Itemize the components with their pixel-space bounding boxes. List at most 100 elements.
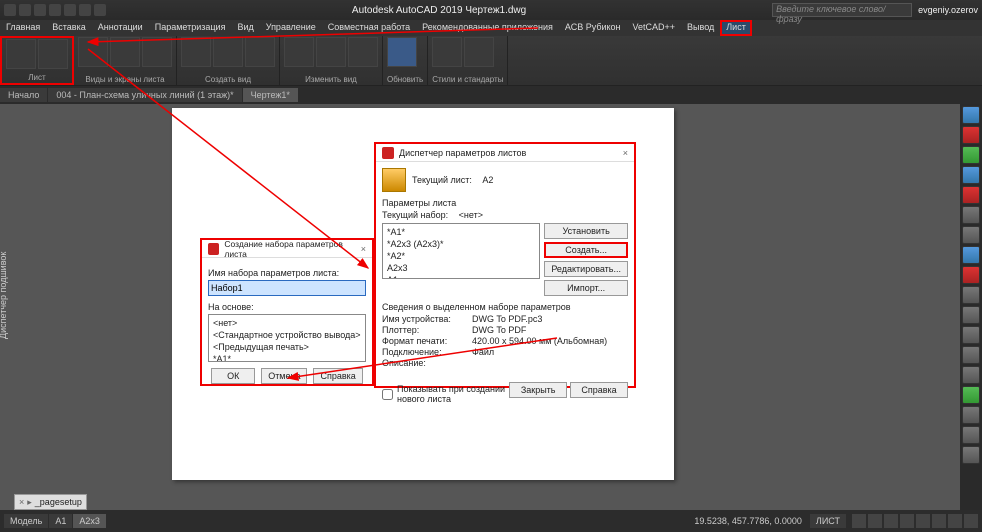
import-button[interactable]: Импорт... bbox=[544, 280, 628, 296]
layout-tab[interactable]: A2x3 bbox=[73, 514, 106, 528]
qat-icon[interactable] bbox=[94, 4, 106, 16]
workspace: Диспетчер подшивок Диспетчер параметров … bbox=[0, 104, 982, 510]
document-tab[interactable]: Начало bbox=[0, 88, 47, 102]
tool-icon[interactable] bbox=[962, 386, 980, 404]
tool-icon[interactable] bbox=[962, 206, 980, 224]
layout-tab[interactable]: Модель bbox=[4, 514, 48, 528]
close-button[interactable]: Закрыть bbox=[509, 382, 567, 398]
app-icon bbox=[208, 243, 219, 255]
menu-item[interactable]: Параметризация bbox=[149, 20, 232, 36]
status-icon[interactable] bbox=[852, 514, 866, 528]
menu-item[interactable]: Вид bbox=[231, 20, 259, 36]
list-item[interactable]: A2x3 bbox=[385, 262, 537, 274]
ribbon-panel-label: Изменить вид bbox=[284, 75, 378, 84]
tool-icon[interactable] bbox=[962, 266, 980, 284]
tool-icon[interactable] bbox=[962, 166, 980, 184]
tool-icon[interactable] bbox=[962, 186, 980, 204]
menu-item[interactable]: VetCAD++ bbox=[627, 20, 682, 36]
menu-item[interactable]: Управление bbox=[260, 20, 322, 36]
list-item[interactable]: A1 bbox=[385, 274, 537, 279]
create-button[interactable]: Создать... bbox=[544, 242, 628, 258]
based-on-list[interactable]: <нет><Стандартное устройство вывода><Пре… bbox=[208, 314, 366, 362]
menu-item[interactable]: Рекомендованные приложения bbox=[416, 20, 559, 36]
status-icon[interactable] bbox=[868, 514, 882, 528]
ribbon-button[interactable] bbox=[387, 37, 417, 67]
qat-icon[interactable] bbox=[49, 4, 61, 16]
document-tab[interactable]: 004 - План-схема уличных линий (1 этаж)* bbox=[48, 88, 241, 102]
ribbon-button[interactable] bbox=[110, 37, 140, 67]
menu-item[interactable]: Аннотации bbox=[92, 20, 149, 36]
show-on-new-layout-checkbox[interactable]: Показывать при создании нового листа bbox=[382, 384, 509, 404]
qat-icon[interactable] bbox=[4, 4, 16, 16]
list-item[interactable]: <Предыдущая печать> bbox=[211, 341, 363, 353]
ribbon-button[interactable] bbox=[213, 37, 243, 67]
tool-icon[interactable] bbox=[962, 226, 980, 244]
ribbon-button[interactable] bbox=[245, 37, 275, 67]
status-icon[interactable] bbox=[948, 514, 962, 528]
space-indicator[interactable]: ЛИСТ bbox=[810, 514, 846, 528]
document-tab[interactable]: Чертеж1* bbox=[243, 88, 298, 102]
qat-icon[interactable] bbox=[19, 4, 31, 16]
list-item[interactable]: *A1* bbox=[211, 353, 363, 362]
help-button[interactable]: Справка bbox=[570, 382, 628, 398]
set-current-button[interactable]: Установить bbox=[544, 223, 628, 239]
ribbon-button[interactable] bbox=[316, 37, 346, 67]
sidebar-panel-label[interactable]: Диспетчер подшивок bbox=[0, 252, 8, 339]
menu-item[interactable]: Лист bbox=[720, 20, 752, 36]
ribbon-button[interactable] bbox=[181, 37, 211, 67]
tool-icon[interactable] bbox=[962, 426, 980, 444]
close-icon[interactable]: × bbox=[19, 497, 24, 507]
help-button[interactable]: Справка bbox=[313, 368, 362, 384]
tool-icon[interactable] bbox=[962, 286, 980, 304]
page-setup-name-input[interactable] bbox=[208, 280, 366, 296]
cancel-button[interactable]: Отмена bbox=[261, 368, 307, 384]
ribbon-button[interactable] bbox=[142, 37, 172, 67]
ribbon-button[interactable] bbox=[78, 37, 108, 67]
qat-icon[interactable] bbox=[34, 4, 46, 16]
tool-icon[interactable] bbox=[962, 306, 980, 324]
list-item[interactable]: *А2* bbox=[385, 250, 537, 262]
user-name[interactable]: evgeniy.ozerov bbox=[918, 5, 978, 15]
close-icon[interactable]: × bbox=[623, 148, 628, 158]
menu-item[interactable]: Вывод bbox=[681, 20, 720, 36]
status-icon[interactable] bbox=[916, 514, 930, 528]
ribbon-button[interactable] bbox=[464, 37, 494, 67]
ribbon-button[interactable] bbox=[6, 39, 36, 69]
page-setup-list[interactable]: *A1**A2x3 (А2х3)**А2*A2x3A1 bbox=[382, 223, 540, 279]
search-input[interactable]: Введите ключевое слово/фразу bbox=[772, 3, 912, 17]
status-icon[interactable] bbox=[900, 514, 914, 528]
current-set-value: <нет> bbox=[459, 210, 483, 220]
tool-icon[interactable] bbox=[962, 146, 980, 164]
tool-icon[interactable] bbox=[962, 366, 980, 384]
list-item[interactable]: *A2x3 (А2х3)* bbox=[385, 238, 537, 250]
status-icon[interactable] bbox=[932, 514, 946, 528]
list-item[interactable]: *A1* bbox=[385, 226, 537, 238]
layout-tab[interactable]: A1 bbox=[49, 514, 72, 528]
list-item[interactable]: <нет> bbox=[211, 317, 363, 329]
detail-row: Подключение:Файл bbox=[382, 347, 628, 357]
qat-icon[interactable] bbox=[79, 4, 91, 16]
ok-button[interactable]: ОК bbox=[211, 368, 255, 384]
ribbon-button[interactable] bbox=[38, 39, 68, 69]
command-line[interactable]: × ▸ _pagesetup bbox=[14, 494, 87, 510]
close-icon[interactable]: × bbox=[361, 244, 366, 254]
menu-item[interactable]: Вставка bbox=[46, 20, 91, 36]
status-icon[interactable] bbox=[964, 514, 978, 528]
tool-icon[interactable] bbox=[962, 446, 980, 464]
ribbon-button[interactable] bbox=[432, 37, 462, 67]
menu-item[interactable]: Совместная работа bbox=[322, 20, 416, 36]
status-icon[interactable] bbox=[884, 514, 898, 528]
qat-icon[interactable] bbox=[64, 4, 76, 16]
menu-item[interactable]: Главная bbox=[0, 20, 46, 36]
tool-icon[interactable] bbox=[962, 406, 980, 424]
tool-icon[interactable] bbox=[962, 346, 980, 364]
tool-icon[interactable] bbox=[962, 126, 980, 144]
ribbon-button[interactable] bbox=[284, 37, 314, 67]
tool-icon[interactable] bbox=[962, 106, 980, 124]
ribbon-button[interactable] bbox=[348, 37, 378, 67]
edit-button[interactable]: Редактировать... bbox=[544, 261, 628, 277]
tool-icon[interactable] bbox=[962, 246, 980, 264]
menu-item[interactable]: АСВ Рубикон bbox=[559, 20, 627, 36]
tool-icon[interactable] bbox=[962, 326, 980, 344]
list-item[interactable]: <Стандартное устройство вывода> bbox=[211, 329, 363, 341]
